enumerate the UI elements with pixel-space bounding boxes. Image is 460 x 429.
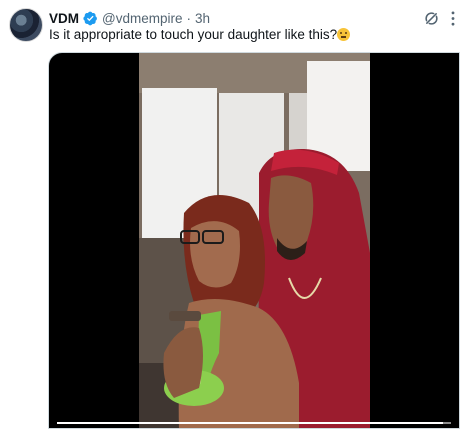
avatar[interactable] bbox=[9, 8, 43, 42]
tweet-text: Is it appropriate to touch your daughter… bbox=[49, 26, 450, 43]
video-scene bbox=[139, 53, 370, 428]
separator-dot: · bbox=[186, 10, 191, 26]
grok-icon[interactable] bbox=[421, 8, 441, 28]
video-player[interactable] bbox=[48, 52, 460, 429]
tweet-body: Is it appropriate to touch your daughter… bbox=[49, 27, 338, 42]
video-progress-bar[interactable] bbox=[57, 422, 451, 424]
video-progress-fill bbox=[57, 422, 444, 424]
tweet-header: VDM @vdmempire · 3h bbox=[49, 9, 420, 27]
timestamp[interactable]: 3h bbox=[195, 11, 210, 26]
video-frame[interactable] bbox=[139, 53, 370, 428]
thinking-face-emoji-icon bbox=[337, 28, 351, 41]
handle[interactable]: @vdmempire bbox=[102, 11, 182, 26]
more-options-icon[interactable] bbox=[447, 9, 459, 27]
display-name[interactable]: VDM bbox=[49, 11, 79, 26]
verified-badge-icon bbox=[83, 11, 98, 26]
